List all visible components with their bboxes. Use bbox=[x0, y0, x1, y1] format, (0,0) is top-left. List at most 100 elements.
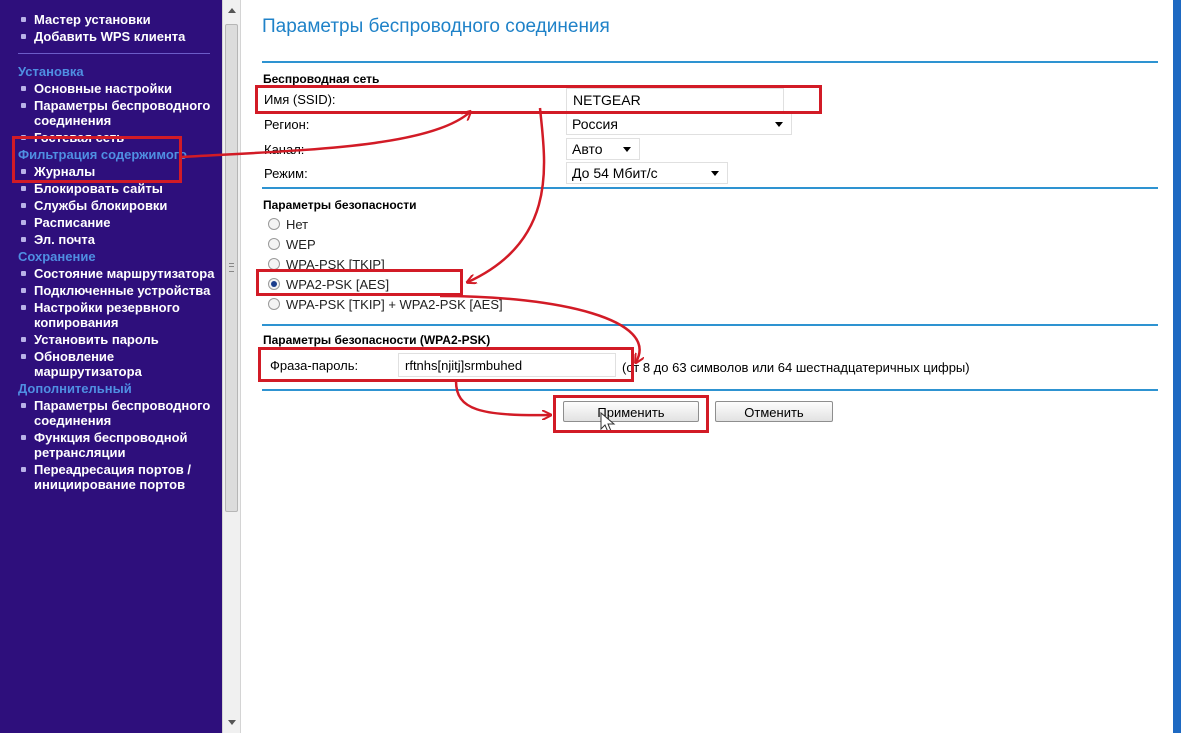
security-option[interactable]: Нет bbox=[268, 217, 308, 232]
passphrase-hint: (от 8 до 63 символов или 64 шестнадцатер… bbox=[622, 360, 970, 375]
channel-select[interactable]: Авто bbox=[566, 138, 640, 160]
chevron-down-icon bbox=[711, 171, 719, 176]
page-title: Параметры беспроводного соединения bbox=[262, 16, 610, 37]
cancel-button[interactable]: Отменить bbox=[715, 401, 833, 422]
sidebar-nav-item[interactable]: Состояние маршрутизатора bbox=[0, 266, 222, 281]
sidebar-nav-item[interactable]: Основные настройки bbox=[0, 81, 222, 96]
mode-select[interactable]: До 54 Мбит/с bbox=[566, 162, 728, 184]
sidebar-nav-item-label: Журналы bbox=[34, 164, 96, 179]
sidebar-nav-item-label: Обновление маршрутизатора bbox=[34, 349, 142, 379]
region-label: Регион: bbox=[264, 117, 310, 132]
bullet-icon bbox=[21, 271, 26, 276]
security-option[interactable]: WPA-PSK [TKIP] + WPA2-PSK [AES] bbox=[268, 297, 503, 312]
sidebar-nav-item-label: Подключенные устройства bbox=[34, 283, 211, 298]
radio-button[interactable] bbox=[268, 278, 280, 290]
sidebar-nav-item[interactable]: Гостевая сеть bbox=[0, 130, 222, 145]
nav-top-group: Мастер установки Добавить WPS клиента bbox=[0, 12, 222, 44]
sidebar-nav-item[interactable]: Мастер установки bbox=[0, 12, 222, 27]
sidebar-nav-item-label: Функция беспроводной ретрансляции bbox=[34, 430, 188, 460]
bullet-icon bbox=[21, 169, 26, 174]
sidebar-nav-item-label: Службы блокировки bbox=[34, 198, 168, 213]
bullet-icon bbox=[21, 354, 26, 359]
section-divider bbox=[262, 187, 1158, 189]
section-divider bbox=[262, 324, 1158, 326]
ssid-input[interactable] bbox=[566, 88, 784, 112]
bullet-icon bbox=[21, 17, 26, 22]
nav-divider bbox=[18, 53, 210, 54]
security-option[interactable]: WEP bbox=[268, 237, 316, 252]
sidebar-scrollbar[interactable] bbox=[222, 0, 241, 733]
sidebar-nav-item-label: Переадресация портов / инициирование пор… bbox=[34, 462, 191, 492]
scrollbar-thumb[interactable] bbox=[225, 24, 238, 512]
ssid-label: Имя (SSID): bbox=[264, 92, 336, 107]
scroll-up-arrow-icon[interactable] bbox=[228, 8, 236, 13]
bullet-icon bbox=[21, 435, 26, 440]
nav-section-heading: Установка bbox=[18, 64, 84, 79]
sidebar-nav-item[interactable]: Переадресация портов / инициирование пор… bbox=[0, 462, 222, 492]
sidebar-nav-item[interactable]: Параметры беспроводного соединения bbox=[0, 98, 222, 128]
bullet-icon bbox=[21, 103, 26, 108]
sidebar-nav-item-label: Основные настройки bbox=[34, 81, 172, 96]
region-select[interactable]: Россия bbox=[566, 113, 792, 135]
sidebar-nav-item-label: Эл. почта bbox=[34, 232, 96, 247]
bullet-icon bbox=[21, 305, 26, 310]
sidebar-nav-item[interactable]: Журналы bbox=[0, 164, 222, 179]
security-section-title: Параметры безопасности bbox=[263, 198, 417, 212]
section-divider bbox=[262, 389, 1158, 391]
bullet-icon bbox=[21, 220, 26, 225]
security-option-label: Нет bbox=[286, 217, 309, 232]
passphrase-input[interactable] bbox=[398, 353, 616, 377]
sidebar-nav-item[interactable]: Настройки резервного копирования bbox=[0, 300, 222, 330]
bullet-icon bbox=[21, 288, 26, 293]
sidebar-nav-item[interactable]: Обновление маршрутизатора bbox=[0, 349, 222, 379]
security-option-label: WPA-PSK [TKIP] + WPA2-PSK [AES] bbox=[286, 297, 503, 312]
apply-button[interactable]: Применить bbox=[563, 401, 699, 422]
sidebar-nav-item[interactable]: Расписание bbox=[0, 215, 222, 230]
bullet-icon bbox=[21, 34, 26, 39]
section-divider bbox=[262, 61, 1158, 63]
bullet-icon bbox=[21, 237, 26, 242]
bullet-icon bbox=[21, 467, 26, 472]
sidebar-nav-item[interactable]: Добавить WPS клиента bbox=[0, 29, 222, 44]
sidebar-nav-item[interactable]: Службы блокировки bbox=[0, 198, 222, 213]
chevron-down-icon bbox=[775, 122, 783, 127]
nav-list: Установка Основные настройки Параметры бес… bbox=[0, 64, 222, 492]
nav-section-heading: Дополнительный bbox=[18, 381, 132, 396]
grip-icon bbox=[229, 263, 234, 272]
security-option[interactable]: WPA2-PSK [AES] bbox=[268, 277, 389, 292]
sidebar-nav: Мастер установки Добавить WPS клиента Уст… bbox=[0, 0, 222, 733]
security-option[interactable]: WPA-PSK [TKIP] bbox=[268, 257, 385, 272]
region-selected-value: Россия bbox=[572, 116, 618, 132]
radio-button[interactable] bbox=[268, 298, 280, 310]
security-option-label: WPA2-PSK [AES] bbox=[286, 277, 390, 292]
bullet-icon bbox=[21, 203, 26, 208]
sidebar-nav-item[interactable]: Подключенные устройства bbox=[0, 283, 222, 298]
channel-selected-value: Авто bbox=[572, 141, 603, 157]
chevron-down-icon bbox=[623, 147, 631, 152]
mode-selected-value: До 54 Мбит/с bbox=[572, 165, 658, 181]
sidebar-nav-item[interactable]: Функция беспроводной ретрансляции bbox=[0, 430, 222, 460]
sidebar-nav-item-label: Параметры беспроводного соединения bbox=[34, 398, 211, 428]
sidebar-nav-item[interactable]: Блокировать сайты bbox=[0, 181, 222, 196]
sidebar-nav-item-label: Мастер установки bbox=[34, 12, 151, 27]
scroll-down-arrow-icon[interactable] bbox=[228, 720, 236, 725]
sidebar-nav-item-label: Расписание bbox=[34, 215, 111, 230]
bullet-icon bbox=[21, 186, 26, 191]
bullet-icon bbox=[21, 135, 26, 140]
frame-border bbox=[1173, 0, 1181, 733]
sidebar-nav-item[interactable]: Параметры беспроводного соединения bbox=[0, 398, 222, 428]
wpa2-section-title: Параметры безопасности (WPA2-PSK) bbox=[263, 333, 491, 347]
radio-button[interactable] bbox=[268, 258, 280, 270]
bullet-icon bbox=[21, 403, 26, 408]
sidebar-nav-item[interactable]: Эл. почта bbox=[0, 232, 222, 247]
sidebar-nav-item[interactable]: Установить пароль bbox=[0, 332, 222, 347]
sidebar-nav-item-label: Блокировать сайты bbox=[34, 181, 163, 196]
sidebar-nav-item-label: Параметры беспроводного соединения bbox=[34, 98, 211, 128]
bullet-icon bbox=[21, 86, 26, 91]
radio-button[interactable] bbox=[268, 218, 280, 230]
mode-label: Режим: bbox=[264, 166, 308, 181]
wireless-section-title: Беспроводная сеть bbox=[263, 72, 380, 86]
passphrase-label: Фраза-пароль: bbox=[270, 358, 359, 373]
radio-button[interactable] bbox=[268, 238, 280, 250]
sidebar-nav-item-label: Добавить WPS клиента bbox=[34, 29, 186, 44]
